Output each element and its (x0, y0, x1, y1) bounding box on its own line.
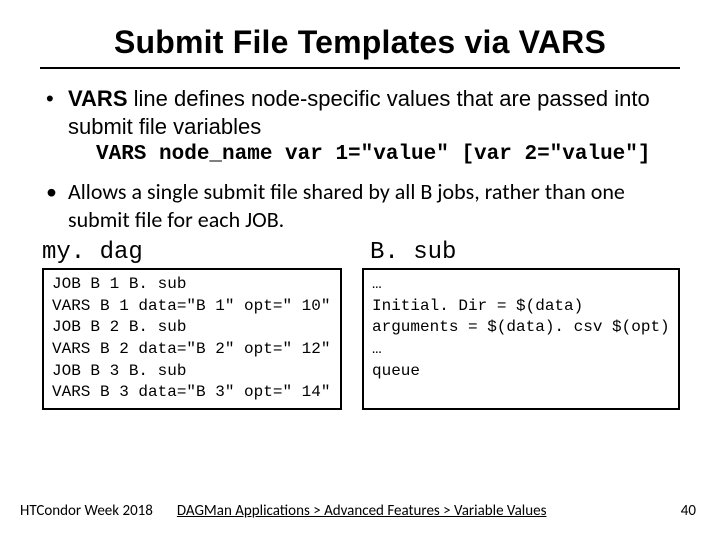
slide-footer: HTCondor Week 2018 DAGMan Applications >… (0, 502, 720, 520)
bullet-1-text: line defines node-specific values that a… (68, 86, 650, 139)
code-grid: JOB B 1 B. sub VARS B 1 data="B 1" opt="… (40, 268, 680, 410)
code-box-sub: … Initial. Dir = $(data) arguments = $(d… (362, 268, 680, 410)
bullet-2: Allows a single submit file shared by al… (46, 178, 680, 233)
code-labels-row: my. dag B. sub (40, 239, 680, 266)
label-my-dag: my. dag (42, 239, 362, 266)
bullet-1: VARS line defines node-specific values t… (46, 85, 680, 168)
bullet-1-keyword: VARS (68, 86, 128, 111)
bullet-list: VARS line defines node-specific values t… (40, 85, 680, 233)
title-rule (40, 67, 680, 69)
footer-breadcrumb: DAGMan Applications > Advanced Features … (177, 502, 665, 520)
footer-page-number: 40 (681, 502, 696, 520)
label-b-sub: B. sub (362, 239, 680, 266)
code-box-dag: JOB B 1 B. sub VARS B 1 data="B 1" opt="… (42, 268, 342, 410)
slide-title: Submit File Templates via VARS (40, 24, 680, 61)
slide: Submit File Templates via VARS VARS line… (0, 0, 720, 540)
vars-syntax: VARS node_name var 1="value" [var 2="val… (68, 142, 680, 168)
footer-event: HTCondor Week 2018 (20, 502, 153, 520)
bullet-2-text: Allows a single submit file shared by al… (68, 178, 625, 233)
